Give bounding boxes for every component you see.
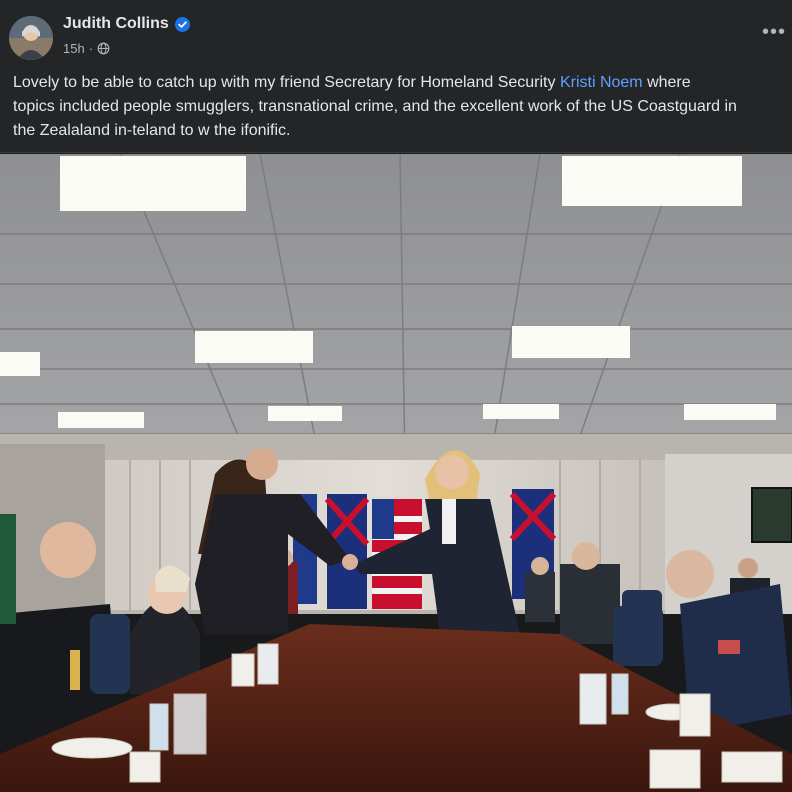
meta-separator: · xyxy=(88,41,94,56)
post-photo[interactable] xyxy=(0,154,792,792)
author-name[interactable]: Judith Collins xyxy=(63,15,169,33)
post-text: Lovely to be able to catch up with my fr… xyxy=(13,71,791,143)
post-text-line-3: the Zealaland in-teland to w the ifonifi… xyxy=(13,122,291,139)
globe-icon[interactable] xyxy=(97,42,110,55)
post-text-line-2: topics included people smugglers, transn… xyxy=(13,98,737,115)
post-timestamp[interactable]: 15h xyxy=(63,41,85,56)
post-text-line-1: Lovely to be able to catch up with my fr… xyxy=(13,71,791,95)
mention-link[interactable]: Kristi Noem xyxy=(560,74,643,91)
verified-badge-icon xyxy=(174,16,190,32)
wall-picture xyxy=(751,487,792,543)
post-text-segment: where xyxy=(642,74,691,91)
post-text-segment: Lovely to be able to catch up with my fr… xyxy=(13,74,560,91)
author-avatar[interactable] xyxy=(9,16,53,60)
post-header: Judith Collins 15h · ••• Lovely to be ab… xyxy=(0,0,792,153)
avatar-image xyxy=(9,16,53,60)
more-options-icon[interactable]: ••• xyxy=(762,22,786,42)
